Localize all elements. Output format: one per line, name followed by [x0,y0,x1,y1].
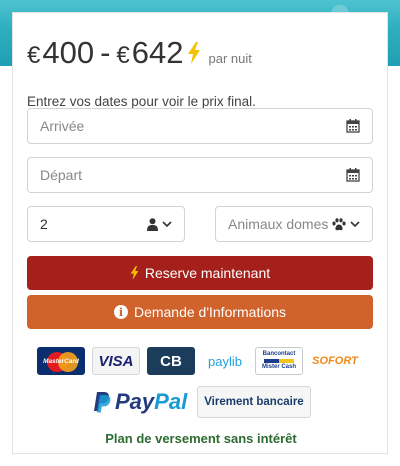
installment-plan-text: Plan de versement sans intérêt [105,431,297,446]
paylib-logo: paylib [202,347,248,375]
bank-transfer-badge: Virement bancaire [197,386,311,418]
bolt-icon [187,42,200,64]
request-information-button[interactable]: i Demande d'Informations [27,295,373,329]
reserve-now-button[interactable]: Reserve maintenant [27,256,373,290]
currency-symbol-max: € [116,42,130,69]
calendar-icon [346,168,360,182]
cb-logo: CB [147,347,195,375]
currency-symbol-min: € [27,42,41,69]
arrival-placeholder: Arrivée [40,118,85,134]
per-night-label: par nuit [208,51,252,66]
booking-widget: € 400 - € 642 par nuit Entrez vos dates … [12,12,388,454]
paypal-icon [94,392,111,413]
payment-methods-row-1: MasterCard VISA CB paylib Bancontact Mis… [37,346,367,376]
paw-icon [332,217,346,230]
price-separator: - [100,35,111,70]
info-circle-icon: i [113,305,128,319]
pets-select[interactable]: Animaux domes [215,206,373,242]
payment-methods-row-2: Pay Pal Virement bancaire [93,385,311,419]
calendar-icon [346,119,360,133]
bancontact-logo: Bancontact Mister Cash [255,347,303,375]
price-range: € 400 - € 642 par nuit [27,35,252,71]
departure-placeholder: Départ [40,167,83,183]
user-icon [147,217,158,231]
info-button-label: Demande d'Informations [133,304,287,320]
guests-select[interactable]: 2 [27,206,185,242]
pets-placeholder: Animaux domes [228,216,329,232]
guests-value: 2 [40,216,48,232]
arrival-date-field[interactable]: Arrivée [27,108,373,144]
visa-logo: VISA [92,347,140,375]
mastercard-logo: MasterCard [37,347,85,375]
bolt-icon [130,266,139,280]
reserve-button-label: Reserve maintenant [144,265,271,281]
chevron-down-icon [162,220,172,227]
chevron-down-icon [350,220,360,227]
paypal-logo: Pay Pal [93,389,187,415]
price-max: 642 [131,35,184,70]
departure-date-field[interactable]: Départ [27,157,373,193]
dates-info-text: Entrez vos dates pour voir le prix final… [27,94,256,109]
price-min: 400 [42,35,95,70]
sofort-logo: SOFORT [312,355,358,367]
